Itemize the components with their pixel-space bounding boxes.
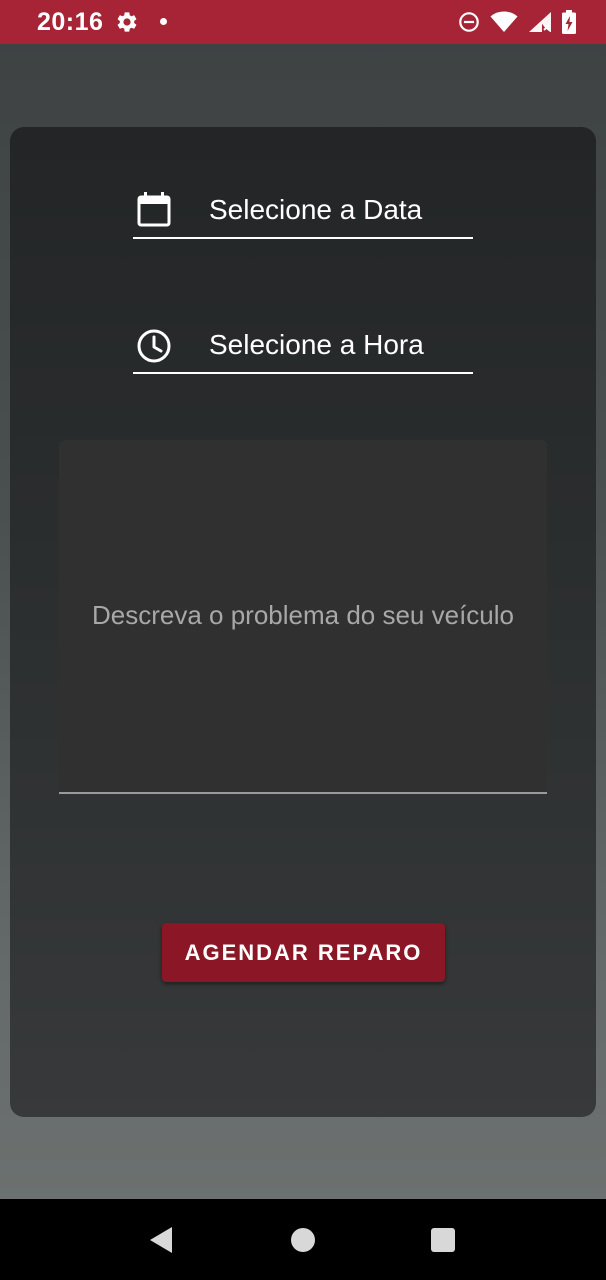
calendar-icon: [137, 192, 171, 227]
back-icon[interactable]: [150, 1227, 172, 1253]
clock-icon: [137, 329, 171, 363]
do-not-disturb-icon: [459, 12, 479, 32]
home-icon[interactable]: [291, 1228, 315, 1252]
date-picker[interactable]: Selecione a Data: [133, 191, 473, 239]
schedule-repair-button[interactable]: AGENDAR REPARO: [162, 923, 445, 982]
navigation-bar: [0, 1199, 606, 1280]
time-picker[interactable]: Selecione a Hora: [133, 326, 473, 374]
recents-icon[interactable]: [431, 1228, 455, 1252]
repair-form-card: Selecione a Data Selecione a Hora Descre…: [10, 127, 596, 1117]
status-time: 20:16: [37, 8, 104, 36]
status-icons: [458, 9, 576, 35]
problem-description-input[interactable]: Descreva o problema do seu veículo: [59, 440, 547, 794]
notification-dot-icon: [160, 18, 167, 25]
status-bar: 20:16: [0, 0, 606, 44]
cellular-signal-icon: [529, 12, 551, 32]
wifi-icon: [490, 11, 518, 32]
battery-charging-icon: [562, 10, 576, 34]
time-picker-label: Selecione a Hora: [209, 329, 424, 360]
date-picker-label: Selecione a Data: [209, 194, 423, 225]
problem-description-placeholder: Descreva o problema do seu veículo: [91, 600, 514, 630]
gear-icon: [117, 12, 137, 32]
